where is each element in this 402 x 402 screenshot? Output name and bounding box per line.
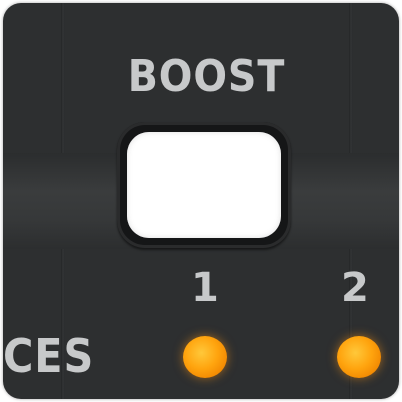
channel-2-number: 2 — [341, 265, 370, 311]
boost-button[interactable] — [117, 122, 291, 248]
channel-1-number: 1 — [191, 265, 220, 311]
boost-button-face[interactable] — [127, 132, 281, 238]
control-panel: BOOST 1 2 CES — [3, 3, 399, 399]
channel-1-led-indicator — [183, 336, 227, 378]
channel-2-led-indicator — [337, 336, 381, 378]
voices-label-partial: CES — [3, 329, 95, 383]
boost-label: BOOST — [127, 51, 286, 102]
